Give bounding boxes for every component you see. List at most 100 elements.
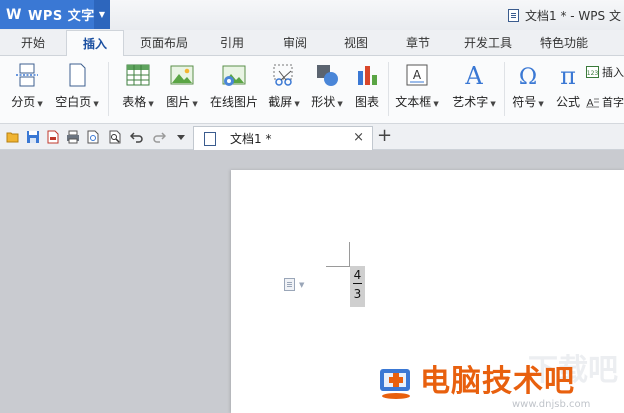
ribbon-separator bbox=[504, 62, 505, 116]
margin-corner-mark bbox=[349, 242, 350, 266]
document-icon bbox=[508, 9, 519, 22]
online-picture-button[interactable]: 在线图片 bbox=[206, 56, 262, 124]
chevron-down-icon: ▼ bbox=[337, 100, 343, 108]
document-icon bbox=[204, 131, 216, 146]
page-break-label: 分页 bbox=[11, 95, 36, 109]
textbox-button[interactable]: A 文本框 ▼ bbox=[392, 56, 442, 124]
tab-page-layout[interactable]: 页面布局 bbox=[136, 30, 192, 56]
chart-button[interactable]: 图表 bbox=[350, 56, 384, 124]
ribbon-tabs: 开始 插入 页面布局 引用 审阅 视图 章节 开发工具 特色功能 bbox=[0, 30, 624, 57]
tab-review[interactable]: 审阅 bbox=[277, 30, 313, 56]
tab-home[interactable]: 开始 bbox=[14, 30, 52, 56]
watermark-text: 电脑技术吧 bbox=[420, 364, 575, 399]
undo-icon[interactable] bbox=[130, 130, 144, 144]
screenshot-icon bbox=[273, 64, 293, 86]
page-break-button[interactable]: 分页 ▼ bbox=[6, 56, 48, 124]
tab-special-features[interactable]: 特色功能 bbox=[534, 30, 594, 56]
close-icon[interactable]: × bbox=[353, 130, 364, 145]
screenshot-button[interactable]: 截屏 ▼ bbox=[264, 56, 304, 124]
paste-options-button[interactable]: ▼ bbox=[284, 278, 304, 291]
insert-number-label: 插入 bbox=[602, 66, 624, 79]
chevron-down-icon: ▼ bbox=[490, 100, 496, 108]
save-icon[interactable] bbox=[26, 130, 40, 144]
dropcap-button[interactable]: A 首字 bbox=[586, 94, 624, 110]
wordart-icon: A bbox=[464, 62, 483, 88]
chart-icon bbox=[358, 66, 377, 85]
page-break-icon bbox=[16, 63, 38, 87]
export-pdf-icon[interactable] bbox=[46, 130, 60, 144]
symbol-label: 符号 bbox=[512, 95, 537, 109]
new-tab-icon[interactable]: + bbox=[377, 126, 392, 146]
symbol-button[interactable]: Ω 符号 ▼ bbox=[508, 56, 548, 124]
formula-label: 公式 bbox=[555, 95, 580, 109]
document-tab-name: 文档1 * bbox=[230, 132, 272, 146]
paste-icon bbox=[284, 278, 295, 291]
table-label: 表格 bbox=[122, 95, 147, 109]
online-picture-label: 在线图片 bbox=[209, 95, 258, 109]
wordart-button[interactable]: A 艺术字 ▼ bbox=[448, 56, 500, 124]
picture-label: 图片 bbox=[166, 95, 191, 109]
pi-formula-icon: π bbox=[560, 62, 576, 88]
app-name: WPS 文字 bbox=[28, 9, 95, 24]
formula-button[interactable]: π 公式 bbox=[552, 56, 584, 124]
print-preview-icon[interactable] bbox=[86, 130, 100, 144]
chevron-down-icon: ▼ bbox=[538, 100, 544, 108]
open-folder-icon[interactable] bbox=[6, 130, 20, 144]
blank-page-label: 空白页 bbox=[55, 95, 92, 109]
blank-page-icon bbox=[69, 63, 86, 87]
window-title: 文档1 * - WPS 文 bbox=[508, 7, 621, 24]
blank-page-button[interactable]: 空白页 ▼ bbox=[52, 56, 102, 124]
wordart-label: 艺术字 bbox=[452, 95, 489, 109]
picture-icon bbox=[170, 65, 194, 85]
find-icon[interactable] bbox=[108, 130, 122, 144]
shape-icon bbox=[317, 65, 338, 86]
quick-access-toolbar: 文档1 * × + bbox=[0, 124, 624, 150]
insert-number-button[interactable]: 123 插入 bbox=[586, 64, 624, 80]
tab-chapter[interactable]: 章节 bbox=[400, 30, 436, 56]
tab-developer[interactable]: 开发工具 bbox=[459, 30, 517, 56]
wps-logo-icon: W bbox=[6, 6, 22, 23]
margin-corner-mark bbox=[326, 266, 350, 267]
svg-text:A: A bbox=[464, 62, 483, 88]
tab-view[interactable]: 视图 bbox=[338, 30, 374, 56]
picture-button[interactable]: 图片 ▼ bbox=[162, 56, 202, 124]
textbox-label: 文本框 bbox=[395, 95, 432, 109]
title-bar: W WPS 文字 ▼ 文档1 * - WPS 文 bbox=[0, 0, 624, 30]
watermark-logo-icon bbox=[380, 369, 410, 399]
app-menu-button[interactable]: W WPS 文字 ▼ bbox=[0, 0, 110, 29]
app-menu-dropdown-icon[interactable]: ▼ bbox=[94, 0, 110, 29]
ribbon-separator bbox=[388, 62, 389, 116]
table-icon bbox=[126, 64, 150, 86]
tab-references[interactable]: 引用 bbox=[214, 30, 250, 56]
print-icon[interactable] bbox=[66, 130, 80, 144]
window-title-text: 文档1 * - WPS 文 bbox=[525, 9, 621, 23]
ribbon-separator bbox=[108, 62, 109, 116]
screenshot-label: 截屏 bbox=[268, 95, 293, 109]
customize-toolbar-icon[interactable] bbox=[176, 130, 186, 144]
dropcap-label: 首字 bbox=[602, 96, 624, 109]
fraction-numerator: 4 bbox=[353, 268, 362, 282]
dropcap-icon: A bbox=[586, 98, 599, 108]
textbox-icon: A bbox=[406, 64, 428, 86]
svg-text:π: π bbox=[560, 62, 576, 88]
chevron-down-icon: ▼ bbox=[93, 100, 99, 108]
shape-button[interactable]: 形状 ▼ bbox=[306, 56, 348, 124]
svg-text:123: 123 bbox=[587, 70, 599, 77]
chevron-down-icon: ▼ bbox=[433, 100, 439, 108]
table-button[interactable]: 表格 ▼ bbox=[118, 56, 158, 124]
document-tab[interactable]: 文档1 * × bbox=[193, 126, 373, 150]
chevron-down-icon: ▼ bbox=[299, 280, 305, 289]
ribbon-panel: 分页 ▼ 空白页 ▼ 表格 ▼ 图片 ▼ 在线图片 截屏 ▼ 形状 ▼ 图表 A 文本框 ▼ … bbox=[0, 56, 624, 124]
tab-insert[interactable]: 插入 bbox=[66, 30, 124, 57]
chevron-down-icon: ▼ bbox=[37, 100, 43, 108]
fraction-equation[interactable]: 4 3 bbox=[350, 266, 365, 307]
chevron-down-icon: ▼ bbox=[148, 100, 154, 108]
svg-text:A: A bbox=[413, 68, 422, 82]
fraction-denominator: 3 bbox=[353, 287, 362, 301]
chevron-down-icon: ▼ bbox=[294, 100, 300, 108]
omega-symbol-icon: Ω bbox=[519, 65, 537, 88]
redo-icon[interactable] bbox=[152, 130, 166, 144]
shape-label: 形状 bbox=[311, 95, 336, 109]
fraction-bar bbox=[353, 283, 362, 284]
chart-label: 图表 bbox=[354, 95, 379, 109]
